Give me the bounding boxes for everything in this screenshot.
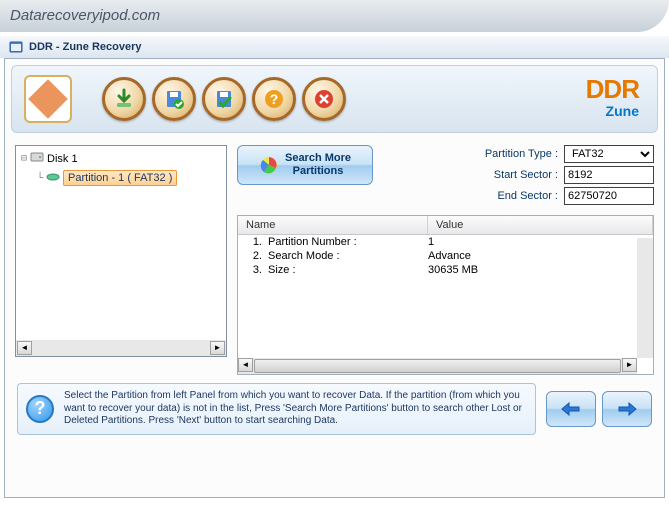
row-value: Advance xyxy=(428,250,653,262)
column-name-header[interactable]: Name xyxy=(238,216,428,234)
scroll-left-icon[interactable]: ◄ xyxy=(238,358,253,372)
search-more-label: Search More Partitions xyxy=(285,152,351,178)
app-window-icon xyxy=(8,39,24,55)
table-body: 1.Partition Number :12.Search Mode :Adva… xyxy=(238,235,653,277)
row-num: 3. xyxy=(238,264,268,276)
table-header: Name Value xyxy=(238,216,653,235)
partition-fields: Partition Type : FAT32 Start Sector : En… xyxy=(389,145,654,205)
back-button[interactable] xyxy=(546,391,596,427)
partition-icon xyxy=(46,172,60,185)
url-text: Datarecoveryipod.com xyxy=(10,7,160,24)
partition-type-select[interactable]: FAT32 xyxy=(564,145,654,163)
toolbar-buttons: ? xyxy=(102,77,346,121)
partition-type-label: Partition Type : xyxy=(485,148,558,160)
search-more-partitions-button[interactable]: Search More Partitions xyxy=(237,145,373,185)
diamond-icon xyxy=(28,79,68,119)
header-toolbar: ? DDR Zune xyxy=(11,65,658,133)
partition-tree[interactable]: ⊟ Disk 1 └ Partition - 1 ( FAT32 ) ◄ ► xyxy=(15,145,227,357)
tree-branch-icon: └ xyxy=(37,173,43,184)
row-name: Size : xyxy=(268,264,428,276)
scroll-left-icon[interactable]: ◄ xyxy=(17,341,32,355)
start-sector-input[interactable] xyxy=(564,166,654,184)
row-name: Search Mode : xyxy=(268,250,428,262)
brand-block: DDR Zune xyxy=(586,74,639,119)
scroll-right-icon[interactable]: ► xyxy=(210,341,225,355)
download-button[interactable] xyxy=(102,77,146,121)
column-value-header[interactable]: Value xyxy=(428,216,653,234)
window-title-bar: DDR - Zune Recovery xyxy=(0,36,669,58)
window-title: DDR - Zune Recovery xyxy=(29,41,141,53)
svg-text:?: ? xyxy=(270,91,279,107)
browser-tab-header: Datarecoveryipod.com xyxy=(0,0,669,32)
tree-expand-icon[interactable]: ⊟ xyxy=(21,153,27,164)
verify-button[interactable] xyxy=(202,77,246,121)
row-value: 1 xyxy=(428,236,653,248)
next-button[interactable] xyxy=(602,391,652,427)
end-sector-input[interactable] xyxy=(564,187,654,205)
info-box: ? Select the Partition from left Panel f… xyxy=(17,383,536,435)
app-logo-box xyxy=(24,75,72,123)
start-sector-label: Start Sector : xyxy=(485,169,558,181)
brand-subtitle: Zune xyxy=(586,103,639,119)
close-button[interactable] xyxy=(302,77,346,121)
row-value: 30635 MB xyxy=(428,264,653,276)
table-scrollbar-horizontal[interactable]: ◄ ► xyxy=(238,358,637,374)
tree-selected-label: Partition - 1 ( FAT32 ) xyxy=(63,170,177,186)
nav-buttons xyxy=(546,391,652,427)
pie-chart-icon xyxy=(259,155,279,175)
top-controls: Search More Partitions Partition Type : … xyxy=(237,145,654,205)
info-text: Select the Partition from left Panel fro… xyxy=(64,390,527,428)
scroll-thumb[interactable] xyxy=(254,359,621,373)
right-panel: Search More Partitions Partition Type : … xyxy=(237,145,654,375)
table-row[interactable]: 2.Search Mode :Advance xyxy=(238,249,653,263)
info-help-icon: ? xyxy=(26,395,54,423)
content-area: ⊟ Disk 1 └ Partition - 1 ( FAT32 ) ◄ ► xyxy=(5,139,664,375)
end-sector-label: End Sector : xyxy=(485,190,558,202)
scroll-right-icon[interactable]: ► xyxy=(622,358,637,372)
tree-scrollbar[interactable]: ◄ ► xyxy=(16,340,226,356)
main-window: ? DDR Zune ⊟ Disk 1 └ Partition - 1 xyxy=(4,58,665,498)
table-row[interactable]: 3.Size :30635 MB xyxy=(238,263,653,277)
footer: ? Select the Partition from left Panel f… xyxy=(5,375,664,443)
brand-title: DDR xyxy=(586,74,639,105)
row-num: 1. xyxy=(238,236,268,248)
tree-root-node[interactable]: ⊟ Disk 1 xyxy=(20,150,222,167)
row-name: Partition Number : xyxy=(268,236,428,248)
table-row[interactable]: 1.Partition Number :1 xyxy=(238,235,653,249)
disk-icon xyxy=(30,151,44,166)
help-button[interactable]: ? xyxy=(252,77,296,121)
tree-child-node[interactable]: └ Partition - 1 ( FAT32 ) xyxy=(36,169,222,187)
table-scrollbar-vertical[interactable] xyxy=(637,238,653,358)
save-button[interactable] xyxy=(152,77,196,121)
partition-details-table: Name Value 1.Partition Number :12.Search… xyxy=(237,215,654,375)
row-num: 2. xyxy=(238,250,268,262)
left-panel: ⊟ Disk 1 └ Partition - 1 ( FAT32 ) ◄ ► xyxy=(15,145,227,375)
tree-root-label: Disk 1 xyxy=(47,153,78,165)
